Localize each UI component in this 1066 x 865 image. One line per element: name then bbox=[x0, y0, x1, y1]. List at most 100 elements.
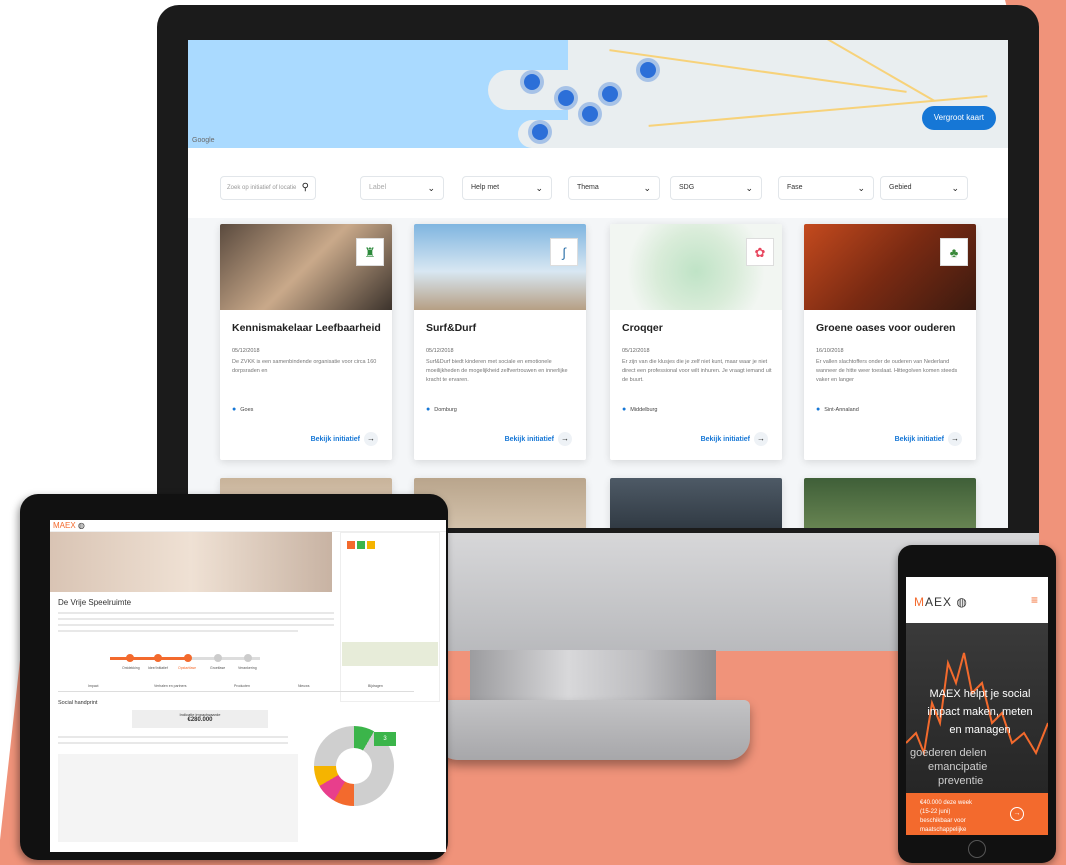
page-title: De Vrije Speelruimte bbox=[58, 598, 132, 607]
phase-dot[interactable] bbox=[244, 654, 252, 662]
map-marker[interactable] bbox=[602, 86, 618, 102]
card-location-text: Middelburg bbox=[630, 407, 658, 413]
text-line bbox=[58, 612, 334, 614]
text-block bbox=[58, 754, 298, 842]
ticker-item: goederen delen bbox=[910, 747, 987, 759]
view-initiative-label: Bekijk initiatief bbox=[310, 436, 360, 443]
device-mockup-scene: Google Vergroot kaart Zoek op initiatief… bbox=[0, 0, 1066, 865]
initiative-card[interactable]: ✿ Croqqer 05/12/2018 Er zijn van die klu… bbox=[610, 224, 782, 460]
filter-theme[interactable]: Thema ⌄ bbox=[568, 176, 660, 200]
view-initiative-link[interactable]: Bekijk initiatief → bbox=[895, 432, 962, 446]
phone-logo-rest: AEX bbox=[925, 595, 953, 609]
card-photo bbox=[610, 224, 782, 310]
initiative-sidebar bbox=[340, 532, 440, 702]
chevron-down-icon: ⌄ bbox=[643, 183, 651, 193]
arrow-right-icon: → bbox=[948, 432, 962, 446]
hamburger-menu-icon[interactable]: ≡ bbox=[1031, 593, 1038, 607]
phone-screen: MAEX ◍ ≡ MAEX helpt je social impact mak… bbox=[906, 577, 1048, 835]
map-marker[interactable] bbox=[558, 90, 574, 106]
card-description: De ZVKK is een samenbindende organisatie… bbox=[232, 359, 377, 374]
initiative-card[interactable] bbox=[804, 478, 976, 528]
phase-dot[interactable] bbox=[126, 654, 134, 662]
map-marker[interactable] bbox=[524, 74, 540, 90]
phase-dot[interactable] bbox=[214, 654, 222, 662]
tab-products[interactable]: Producten bbox=[234, 684, 250, 688]
filter-help-with-text: Help met bbox=[471, 184, 500, 191]
filter-area-text: Gebied bbox=[889, 184, 912, 191]
tablet-screen: MAEX ◍ De Vrije Speelruimte Ontdekking I… bbox=[50, 520, 446, 852]
cta-line: (15-22 juni) bbox=[920, 809, 951, 815]
view-initiative-link[interactable]: Bekijk initiatief → bbox=[311, 432, 378, 446]
cta-line: beschikbaar voor bbox=[920, 818, 966, 824]
initiative-card[interactable]: ♜ Kennismakelaar Leefbaarheid 05/12/2018… bbox=[220, 224, 392, 460]
map-marker[interactable] bbox=[582, 106, 598, 122]
sdg-badge bbox=[357, 541, 365, 549]
card-location: ● Goes bbox=[232, 406, 253, 413]
imac-neck bbox=[470, 650, 716, 702]
map-land bbox=[488, 70, 608, 110]
card-location-text: Sint-Annaland bbox=[824, 407, 859, 413]
tablet-mini-map[interactable] bbox=[342, 642, 438, 666]
sdg-badge bbox=[367, 541, 375, 549]
initiatives-map[interactable]: Google Vergroot kaart bbox=[188, 40, 1008, 148]
search-icon[interactable]: ⚲ bbox=[302, 177, 309, 199]
view-initiative-link[interactable]: Bekijk initiatief → bbox=[505, 432, 572, 446]
phase-label: Idee/Initiatief bbox=[148, 666, 168, 670]
tab-impact[interactable]: Impact bbox=[88, 684, 99, 688]
tab-news[interactable]: Nieuws bbox=[298, 684, 309, 688]
filter-sdg-text: SDG bbox=[679, 184, 695, 191]
phase-label: Verankering bbox=[238, 666, 257, 670]
filter-label-text: Label bbox=[369, 184, 387, 191]
card-title: Groene oases voor ouderen bbox=[816, 322, 956, 334]
card-title: Kennismakelaar Leefbaarheid bbox=[232, 322, 381, 334]
tablet-logo-text: MAEX bbox=[53, 521, 76, 530]
card-title: Surf&Durf bbox=[426, 322, 477, 334]
search-input-placeholder: Zoek op initiatief of locatie bbox=[227, 185, 297, 191]
text-line bbox=[58, 736, 288, 738]
phase-label: Groeifase bbox=[210, 666, 226, 670]
card-photo bbox=[804, 224, 976, 310]
impact-value-box: Indicatie impactwaarde €280.000 bbox=[132, 710, 268, 728]
view-initiative-link[interactable]: Bekijk initiatief → bbox=[701, 432, 768, 446]
filter-sdg[interactable]: SDG ⌄ bbox=[670, 176, 762, 200]
text-line bbox=[58, 742, 288, 744]
card-photo bbox=[220, 224, 392, 310]
phone-cta-banner[interactable]: €40.000 deze week (15-22 juni) beschikba… bbox=[906, 793, 1048, 835]
ticker-item: preventie bbox=[938, 775, 984, 787]
enlarge-map-button[interactable]: Vergroot kaart bbox=[921, 106, 996, 130]
arrow-right-icon[interactable]: → bbox=[1010, 807, 1024, 821]
impact-value-amount: €280.000 bbox=[187, 717, 213, 723]
phone-logo[interactable]: MAEX ◍ bbox=[914, 595, 968, 609]
org-logo-icon: ♜ bbox=[356, 238, 384, 266]
filter-phase-text: Fase bbox=[787, 184, 803, 191]
org-logo-icon: ∫ bbox=[550, 238, 578, 266]
filter-phase[interactable]: Fase ⌄ bbox=[778, 176, 874, 200]
phone-tagline: MAEX helpt je social impact maken, meten… bbox=[927, 688, 1033, 736]
filter-help-with[interactable]: Help met ⌄ bbox=[462, 176, 552, 200]
search-input[interactable]: Zoek op initiatief of locatie ⚲ bbox=[220, 176, 316, 200]
map-marker[interactable] bbox=[640, 62, 656, 78]
cta-line: €40.000 deze week bbox=[920, 800, 973, 806]
phase-dot[interactable] bbox=[154, 654, 162, 662]
tab-stories[interactable]: Verhalen en partners bbox=[154, 684, 187, 688]
phone-home-button[interactable] bbox=[968, 840, 986, 858]
card-location-text: Goes bbox=[240, 407, 254, 413]
filter-label[interactable]: Label ⌄ bbox=[360, 176, 444, 200]
filter-area[interactable]: Gebied ⌄ bbox=[880, 176, 968, 200]
org-logo-icon: ♣ bbox=[940, 238, 968, 266]
view-initiative-label: Bekijk initiatief bbox=[504, 436, 554, 443]
tab-contributions[interactable]: Bijdragen bbox=[368, 684, 383, 688]
social-handprint-title: Social handprint bbox=[58, 700, 98, 706]
location-pin-icon: ● bbox=[622, 406, 627, 413]
tablet-logo[interactable]: MAEX ◍ bbox=[53, 521, 85, 530]
org-logo-icon: ✿ bbox=[746, 238, 774, 266]
map-marker[interactable] bbox=[532, 124, 548, 140]
chevron-down-icon: ⌄ bbox=[427, 183, 435, 193]
sdg-badge bbox=[347, 541, 355, 549]
initiative-card[interactable]: ∫ Surf&Durf 05/12/2018 Surf&Durf biedt k… bbox=[414, 224, 586, 460]
initiative-card[interactable] bbox=[610, 478, 782, 528]
initiative-card[interactable]: ♣ Groene oases voor ouderen 16/10/2018 E… bbox=[804, 224, 976, 460]
phase-dot[interactable] bbox=[184, 654, 192, 662]
initiative-hero-photo bbox=[50, 532, 332, 592]
location-pin-icon: ● bbox=[816, 406, 821, 413]
